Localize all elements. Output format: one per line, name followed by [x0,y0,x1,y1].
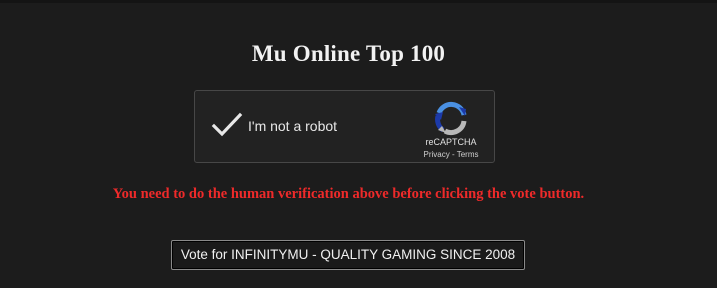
privacy-link[interactable]: Privacy [424,150,450,159]
recaptcha-logo-icon [433,100,469,136]
top-border [0,0,717,3]
recaptcha-widget: I'm not a robot reCAPTCHA Privacy - Term… [194,90,495,163]
checkmark-icon[interactable] [211,110,243,140]
vote-button[interactable]: Vote for INFINITYMU - QUALITY GAMING SIN… [171,240,525,270]
page-title: Mu Online Top 100 [251,41,446,66]
captcha-links: Privacy - Terms [417,150,485,159]
captcha-brand: reCAPTCHA [425,137,477,147]
links-separator: - [449,150,457,159]
verification-warning: You need to do the human verification ab… [112,186,585,202]
terms-link[interactable]: Terms [457,150,479,159]
captcha-label: I'm not a robot [248,118,338,134]
